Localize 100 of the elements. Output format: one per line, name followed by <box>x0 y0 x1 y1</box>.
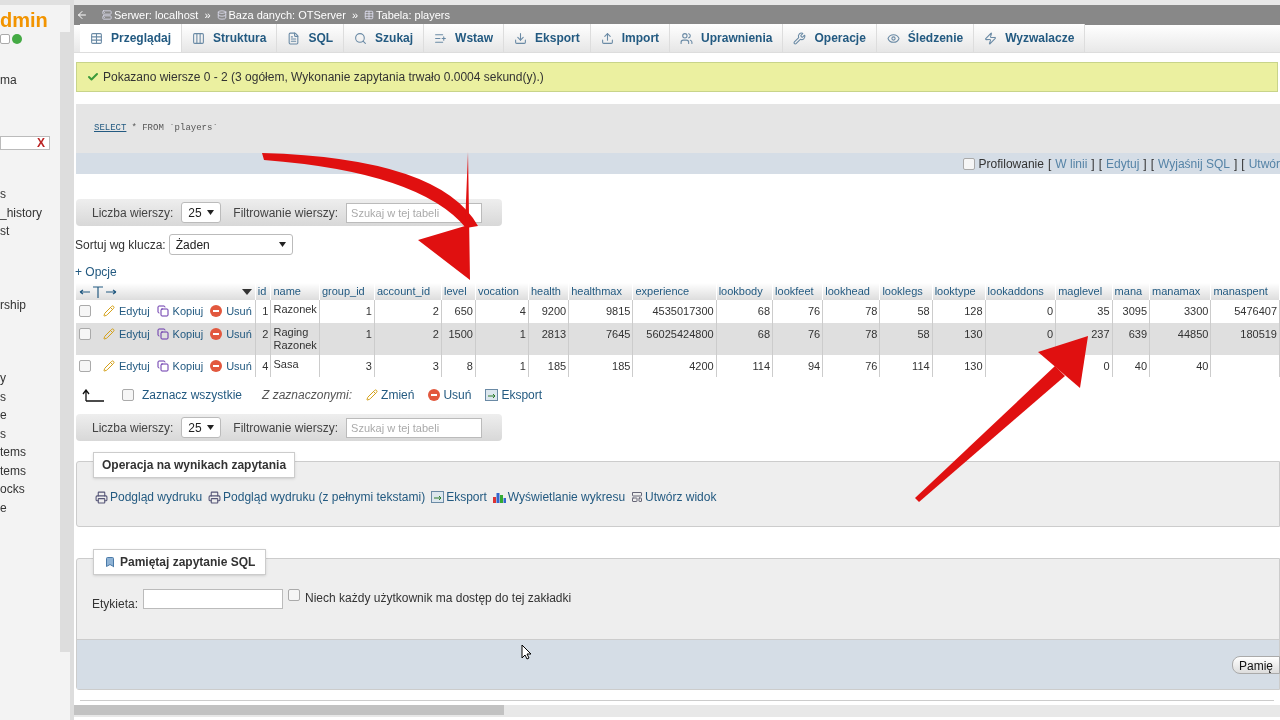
profiling-label: Profilowanie <box>978 155 1044 173</box>
breadcrumb-link[interactable]: Tabela: players <box>376 6 450 24</box>
select-all-checkbox[interactable] <box>122 389 134 401</box>
users-icon <box>680 31 694 45</box>
tab[interactable]: Szukaj <box>344 24 425 52</box>
share-checkbox[interactable] <box>288 589 301 601</box>
sidebar-item[interactable]: e <box>0 499 60 516</box>
back-icon[interactable] <box>76 9 88 21</box>
bracket: ] <box>1233 155 1238 173</box>
tab[interactable]: Śledzenie <box>876 24 975 52</box>
delete-link[interactable]: Usuń <box>226 303 252 320</box>
resize-columns-icon[interactable] <box>79 285 117 298</box>
dropdown-arrow-icon[interactable] <box>241 288 252 295</box>
tab[interactable]: Eksport <box>504 24 591 52</box>
bulk-action-link[interactable]: Zmień <box>366 386 415 404</box>
table-cell: 58 <box>879 300 933 323</box>
filter-label: Filtrowanie wierszy: <box>233 419 339 437</box>
dropdown[interactable]: 25 <box>181 417 222 438</box>
clear-filter-button[interactable]: X <box>37 137 45 149</box>
profiling-checkbox[interactable] <box>962 157 975 170</box>
sidebar-item[interactable]: st <box>0 223 60 239</box>
edit-link[interactable]: Edytuj <box>119 325 150 342</box>
result-operation-link[interactable]: Utwórz widok <box>631 488 717 506</box>
export-icon <box>431 491 445 503</box>
sort-label: Sortuj wg klucza: <box>75 236 166 254</box>
sidebar-item[interactable]: e <box>0 407 60 423</box>
database-icon <box>216 10 227 20</box>
edit-link[interactable]: Edytuj <box>119 357 150 374</box>
table-cell: 639 <box>1112 322 1150 355</box>
tab[interactable]: Operacje <box>783 24 877 52</box>
sidebar-item[interactable]: tems <box>0 462 60 479</box>
breadcrumb-link[interactable]: Baza danych: OTServer <box>228 6 346 24</box>
sidebar-item[interactable]: ocks <box>0 481 60 497</box>
table-cell: 1 <box>319 300 375 323</box>
table-cell: 2 <box>255 322 271 355</box>
bulk-action-link[interactable]: Eksport <box>485 386 543 404</box>
copy-link[interactable]: Kopiuj <box>172 303 204 320</box>
with-selected-label: Z zaznaczonymi: <box>262 387 353 404</box>
tab[interactable]: Wstaw <box>424 24 505 52</box>
sql-keyword-link[interactable]: SELECT <box>94 121 127 136</box>
table-cell: 35 <box>1055 300 1113 323</box>
label-field-label: Etykieta: <box>92 596 139 613</box>
table-cell: 4 <box>255 354 271 377</box>
tab[interactable]: Przeglądaj <box>80 24 183 52</box>
table-cell: 2813 <box>528 322 569 355</box>
bracket: ] <box>1091 155 1095 173</box>
copy-link[interactable]: Kopiuj <box>172 325 204 342</box>
columns-icon <box>192 31 206 45</box>
filter-field[interactable]: X <box>0 136 50 150</box>
dropdown[interactable]: 25 <box>181 202 222 223</box>
tab[interactable]: Uprawnienia <box>670 24 784 52</box>
table-cell: Razonek <box>270 300 320 323</box>
copy-icon <box>156 327 169 340</box>
sidebar-item[interactable]: y <box>0 370 60 386</box>
sidebar-item[interactable]: ma <box>0 72 60 88</box>
dropdown[interactable]: Żaden <box>168 234 293 255</box>
table-cell: 1 <box>475 354 529 377</box>
result-operation-link[interactable]: Podgląd wydruku <box>95 488 203 506</box>
delete-link[interactable]: Usuń <box>226 357 252 374</box>
table-icon <box>90 31 103 45</box>
wrench-icon <box>793 31 807 45</box>
bracket: [ <box>1150 155 1155 173</box>
row-checkbox[interactable] <box>79 359 91 372</box>
tab[interactable]: Struktura <box>182 24 278 52</box>
pencil-icon <box>103 327 115 340</box>
result-operation-link[interactable]: Eksport <box>431 488 487 506</box>
download-icon <box>514 31 528 45</box>
table-cell: 650 <box>441 300 476 323</box>
filter-field[interactable]: Szukaj w tej tabeli <box>346 417 483 438</box>
sidebar-item[interactable]: s <box>0 388 60 405</box>
copy-link[interactable]: Kopiuj <box>172 357 204 374</box>
tab[interactable]: SQL <box>277 24 345 52</box>
select-all-link[interactable]: Zaznacz wszystkie <box>142 386 243 404</box>
tab[interactable]: Import <box>590 24 671 52</box>
tab[interactable]: Wyzwalacze <box>974 24 1086 52</box>
export-icon <box>485 389 499 401</box>
logo: dmin <box>0 8 49 30</box>
sidebar-item[interactable]: s <box>0 186 60 202</box>
sidebar-item[interactable]: s <box>0 425 60 442</box>
table-cell: 1500 <box>441 322 476 355</box>
sidebar-item[interactable]: _history <box>0 204 60 221</box>
label-field[interactable] <box>143 589 284 609</box>
table-cell: 40 <box>1112 354 1150 377</box>
row-checkbox[interactable] <box>79 305 91 318</box>
result-operation-link[interactable]: Podgląd wydruku (z pełnymi tekstami) <box>208 488 426 506</box>
table-cell: 114 <box>716 354 773 377</box>
edit-link[interactable]: Edytuj <box>119 303 150 320</box>
table-cell: 3 <box>319 354 375 377</box>
message-text: Pokazano wiersze 0 - 2 (3 ogółem, Wykonanie zapytania trwało 0.0004 sekund(y).) <box>103 69 544 86</box>
table-cell: 94 <box>772 354 823 377</box>
row-checkbox[interactable] <box>79 327 91 340</box>
bookmark-button[interactable]: Pamię <box>1232 655 1280 674</box>
breadcrumb-separator: » <box>204 7 211 23</box>
sidebar-item[interactable]: rship <box>0 296 60 313</box>
breadcrumb-link[interactable]: Serwer: localhost <box>114 6 199 24</box>
result-operation-link[interactable]: Wyświetlanie wykresu <box>492 488 626 506</box>
options-link[interactable]: + Opcje <box>75 263 117 281</box>
delete-link[interactable]: Usuń <box>226 325 252 342</box>
sidebar-item[interactable]: tems <box>0 444 60 460</box>
bulk-action-link[interactable]: Usuń <box>428 386 472 404</box>
